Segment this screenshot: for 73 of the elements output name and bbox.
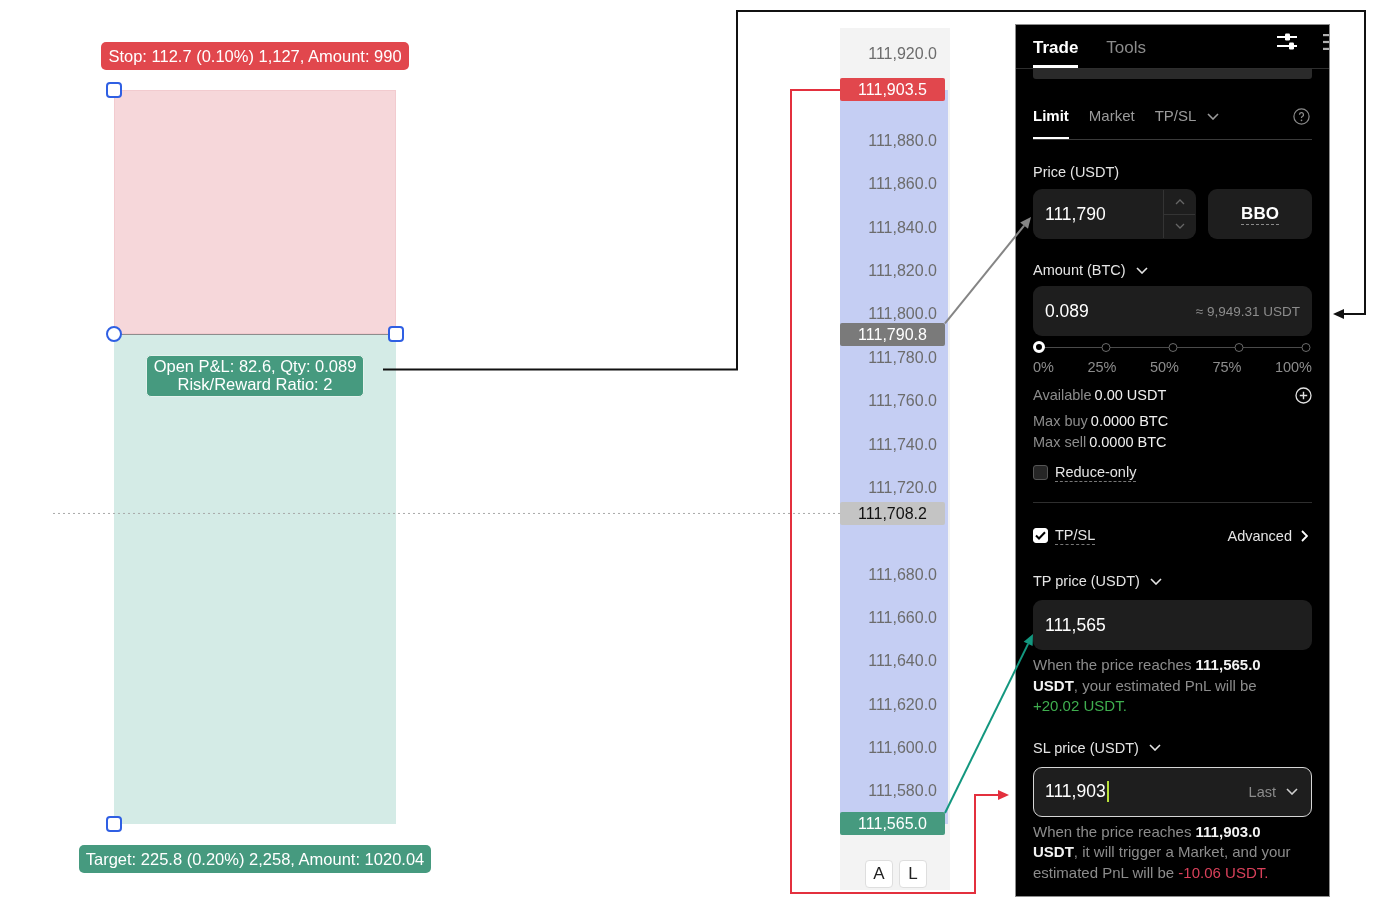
percent-label[interactable]: 50% <box>1149 358 1179 376</box>
entry-price-label: 111,790.8 <box>840 322 945 346</box>
trigger-type-dropdown[interactable]: Last <box>1248 783 1298 800</box>
last-price-label: 111,708.2 <box>840 501 945 525</box>
drag-handle[interactable] <box>106 326 122 343</box>
check-icon <box>1035 531 1046 540</box>
drag-handle[interactable] <box>388 326 404 343</box>
chevron-down-icon <box>1174 223 1185 230</box>
stop-label: Stop: 112.7 (0.10%) 1,127, Amount: 990 <box>101 41 409 70</box>
conversion-text: ≈ 9,949.31 USDT <box>1195 303 1300 319</box>
price-tick: 111,760.0 <box>868 393 937 410</box>
add-icon[interactable] <box>1295 386 1312 404</box>
order-type-tab[interactable]: Limit <box>1033 101 1069 139</box>
axis-option-button[interactable]: L <box>899 860 927 888</box>
order-type-tab[interactable]: Market <box>1088 101 1135 139</box>
price-tick: 111,800.0 <box>868 306 937 323</box>
amount-field[interactable]: 0.089 ≈ 9,949.31 USDT <box>1033 286 1312 336</box>
checkbox-label[interactable]: TP/SL <box>1055 526 1096 545</box>
price-tick: 111,820.0 <box>868 263 937 280</box>
available-label: Available <box>1033 386 1092 405</box>
amount-unit-selector[interactable]: Amount (BTC) <box>1033 261 1148 279</box>
chevron-up-icon <box>1174 198 1185 205</box>
price-tick: 111,880.0 <box>868 132 937 149</box>
tp-price-selector[interactable]: TP price (USDT) <box>1033 572 1162 590</box>
price-tick: 111,680.0 <box>868 566 937 583</box>
bbo-button[interactable]: BBO <box>1208 189 1312 239</box>
price-tick: 111,860.0 <box>868 176 937 193</box>
percent-label[interactable]: 0% <box>1033 358 1054 376</box>
target-label: Target: 225.8 (0.20%) 2,258, Amount: 1020.04 <box>78 844 432 873</box>
price-tick: 111,620.0 <box>868 696 937 713</box>
panel-tab[interactable]: Tools <box>1106 25 1147 68</box>
chevron-down-icon <box>1149 577 1162 585</box>
price-tick: 111,580.0 <box>868 783 937 800</box>
position-info-label: Open P&L: 82.6, Qty: 0.089 Risk/Reward Ratio: 2 <box>145 355 365 398</box>
help-icon[interactable] <box>1293 108 1310 125</box>
percent-label[interactable]: 100% <box>1274 358 1312 376</box>
percent-label[interactable]: 75% <box>1212 358 1242 376</box>
price-tick: 111,740.0 <box>868 436 937 453</box>
price-tick: 111,780.0 <box>868 349 937 366</box>
tp-price-field[interactable]: 111,565 <box>1033 600 1312 650</box>
chevron-down-icon <box>1286 788 1298 795</box>
price-tick: 111,640.0 <box>868 653 937 670</box>
limit-value: 0.0000 BTC <box>1089 433 1167 452</box>
checkbox[interactable] <box>1033 465 1048 480</box>
axis-option-button[interactable]: A <box>865 860 893 888</box>
price-tick: 111,660.0 <box>868 609 937 626</box>
limit-value: 0.0000 BTC <box>1090 412 1169 431</box>
target-price-label: 111,565.0 <box>840 812 945 836</box>
price-tick: 111,720.0 <box>868 479 937 496</box>
chevron-down-icon <box>1135 266 1148 274</box>
price-tick: 111,600.0 <box>868 740 937 757</box>
drag-handle[interactable] <box>106 815 122 832</box>
sl-price-selector[interactable]: SL price (USDT) <box>1033 738 1161 757</box>
sl-price-field[interactable]: 111,903 Last <box>1033 766 1312 817</box>
percent-label[interactable]: 25% <box>1087 358 1117 376</box>
price-tick: 111,920.0 <box>868 46 937 63</box>
drag-handle[interactable] <box>106 81 122 98</box>
advanced-link[interactable]: Advanced <box>1227 527 1308 544</box>
stop-price-label: 111,903.5 <box>840 78 945 102</box>
limit-label: Max sell <box>1033 433 1087 452</box>
sliders-icon[interactable] <box>1277 33 1297 50</box>
checkbox-label[interactable]: Reduce-only <box>1055 463 1137 482</box>
field-label: Price (USDT) <box>1033 163 1121 181</box>
menu-icon[interactable] <box>1323 34 1329 50</box>
chevron-down-icon <box>1148 744 1161 751</box>
limit-label: Max buy <box>1033 412 1088 431</box>
available-value: 0.00 USDT <box>1094 386 1167 405</box>
sl-hint: When the price reaches 111,903.0 USDT, it will trigger a Market, and your estimated PnL will be -10.06 USDT. <box>1033 821 1292 883</box>
price-tick: 111,840.0 <box>868 219 937 236</box>
chevron-right-icon <box>1301 529 1308 542</box>
text-cursor-icon <box>1106 781 1109 802</box>
tp-hint: When the price reaches 111,565.0 USDT, your estimated PnL will be +20.02 USDT. <box>1033 655 1262 716</box>
order-type-tab[interactable]: TP/SL <box>1154 101 1220 139</box>
